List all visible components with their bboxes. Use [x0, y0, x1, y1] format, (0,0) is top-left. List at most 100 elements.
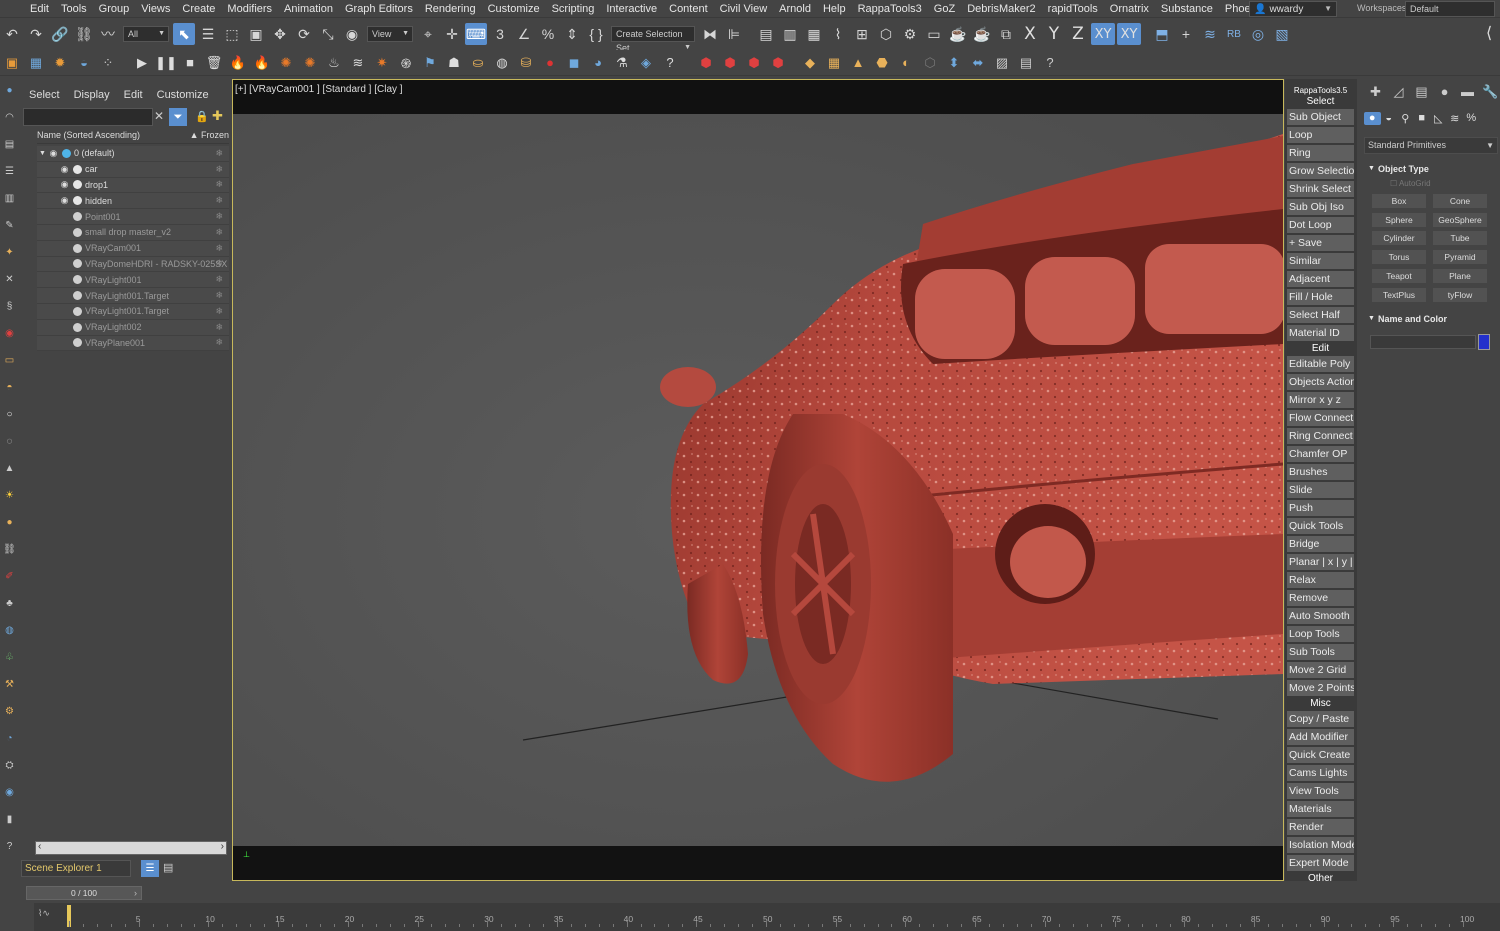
scale-icon[interactable]: ⤡ — [317, 23, 339, 45]
create-teapot-button[interactable]: Teapot — [1372, 268, 1426, 283]
chevron-left-icon[interactable]: ‹ — [38, 841, 41, 852]
gold-grid-icon[interactable]: ▦ — [823, 52, 845, 74]
rappatools-button-select-half[interactable]: Select Half — [1287, 307, 1354, 323]
visibility-eye-icon[interactable]: ◉ — [48, 148, 59, 159]
rappatools-button-push[interactable]: Push — [1287, 500, 1354, 516]
blue-tool-icon-1[interactable]: ⬍ — [943, 52, 965, 74]
geometry-icon[interactable]: ● — [1364, 112, 1381, 125]
scene-explorer-menu-edit[interactable]: Edit — [124, 89, 143, 101]
rappatools-button-similar[interactable]: Similar — [1287, 253, 1354, 269]
material-editor-icon[interactable]: ⬡ — [875, 23, 897, 45]
book-icon[interactable]: ▮ — [2, 811, 18, 827]
plugin-dots-icon[interactable]: ⁘ — [97, 52, 119, 74]
selection-filter-dropdown[interactable]: All ▼ — [123, 26, 169, 42]
menu-customize[interactable]: Customize — [482, 0, 546, 18]
vray-fur-icon[interactable]: ◕ — [587, 52, 609, 74]
image-icon[interactable]: ▨ — [991, 52, 1013, 74]
rendered-frame-window-icon[interactable]: ▭ — [923, 23, 945, 45]
rappatools-button-cams-lights[interactable]: Cams Lights — [1287, 765, 1354, 781]
scene-explorer-name-field[interactable]: Scene Explorer 1 — [21, 860, 131, 877]
hierarchy-toggle-icon[interactable]: ▤ — [163, 861, 173, 874]
constraint-z-button[interactable]: Z — [1067, 23, 1089, 45]
rappatools-button-materials[interactable]: Materials — [1287, 801, 1354, 817]
rappatools-button-material-id[interactable]: Material ID — [1287, 325, 1354, 341]
rappatools-button-dot-loop[interactable]: Dot Loop — [1287, 217, 1354, 233]
rappatools-button-render[interactable]: Render — [1287, 819, 1354, 835]
autogrid-checkbox[interactable]: ☐ AutoGrid — [1390, 179, 1431, 188]
rappatools-button-chamfer-op[interactable]: Chamfer OP — [1287, 446, 1354, 462]
toggle-scene-explorer-icon[interactable]: ▤ — [755, 23, 777, 45]
scene-object-row[interactable]: VRayPlane001 ❄ — [37, 335, 229, 352]
menu-animation[interactable]: Animation — [278, 0, 339, 18]
visibility-eye-icon[interactable]: ◉ — [59, 179, 70, 190]
curve-editor-icon[interactable]: ⌇ — [827, 23, 849, 45]
menu-civil-view[interactable]: Civil View — [714, 0, 773, 18]
systems-icon[interactable]: % — [1463, 112, 1480, 125]
vray-sphere-icon[interactable]: ● — [539, 52, 561, 74]
gold-bulb-icon[interactable]: ◐ — [895, 52, 917, 74]
vray-sun-icon[interactable]: ◍ — [491, 52, 513, 74]
shape-icon[interactable]: ◠ — [2, 109, 18, 125]
add-icon[interactable]: + — [1175, 23, 1197, 45]
rappatools-button-relax[interactable]: Relax — [1287, 572, 1354, 588]
chevron-right-icon[interactable]: › — [221, 841, 224, 852]
rappatools-button-copy-paste[interactable]: Copy / Paste — [1287, 711, 1354, 727]
list-icon[interactable]: ☰ — [2, 163, 18, 179]
scene-object-row[interactable]: VRayLight001 ❄ — [37, 272, 229, 289]
toggle-ribbon-icon[interactable]: ▦ — [803, 23, 825, 45]
create-geosphere-button[interactable]: GeoSphere — [1433, 212, 1487, 227]
freeze-icon[interactable]: ❄ — [215, 290, 223, 301]
percent-snap-icon[interactable]: % — [537, 23, 559, 45]
plugin-grid-icon[interactable]: ▦ — [25, 52, 47, 74]
help-icon[interactable]: ? — [659, 52, 681, 74]
select-manipulate-icon[interactable]: ✛ — [441, 23, 463, 45]
bind-space-warp-icon[interactable]: 〰 — [97, 23, 119, 45]
search-icon[interactable]: ◔ — [2, 730, 18, 746]
menu-rendering[interactable]: Rendering — [419, 0, 482, 18]
yellow-sphere-icon[interactable]: ● — [2, 514, 18, 530]
rappatools-button-brushes[interactable]: Brushes — [1287, 464, 1354, 480]
record-icon[interactable]: ◉ — [2, 325, 18, 341]
render-activeshade-icon[interactable]: ⧉ — [995, 23, 1017, 45]
motion-tab-icon[interactable]: ● — [1433, 84, 1456, 100]
select-object-icon[interactable]: ⬉ — [173, 23, 195, 45]
plugin-box-icon[interactable]: ▣ — [1, 52, 23, 74]
rotate-icon[interactable]: ⟳ — [293, 23, 315, 45]
time-slider[interactable]: 0 / 100 — [26, 886, 142, 900]
menu-create[interactable]: Create — [176, 0, 221, 18]
undo-icon[interactable]: ↶ — [1, 23, 23, 45]
rappatools-button-ring[interactable]: Ring — [1287, 145, 1354, 161]
freeze-icon[interactable]: ❄ — [215, 243, 223, 254]
rappatools-button-slide[interactable]: Slide — [1287, 482, 1354, 498]
create-tab-icon[interactable]: ✚ — [1364, 84, 1387, 100]
rappatools-button-loop[interactable]: Loop — [1287, 127, 1354, 143]
sphere-icon[interactable]: ○ — [2, 406, 18, 422]
panel-toggle-icon[interactable]: ⟨ — [1486, 23, 1492, 43]
rb-plugin-icon[interactable]: RB — [1223, 23, 1245, 45]
menu-debrismaker2[interactable]: DebrisMaker2 — [961, 0, 1041, 18]
create-tube-button[interactable]: Tube — [1433, 231, 1487, 246]
scene-object-row[interactable]: VRayLight002 ❄ — [37, 319, 229, 336]
scene-object-row[interactable]: VRayLight001.Target ❄ — [37, 303, 229, 320]
workspace-select[interactable]: Default — [1405, 1, 1495, 17]
help-icon-2[interactable]: ? — [1039, 52, 1061, 74]
menu-edit[interactable]: Edit — [0, 0, 55, 18]
rappatools-button-expert-mode[interactable]: Expert Mode — [1287, 855, 1354, 871]
constraint-xy-button[interactable]: XY — [1091, 23, 1115, 45]
layers-icon[interactable]: ▥ — [2, 190, 18, 206]
plugin-circle-icon[interactable]: ◎ — [1247, 23, 1269, 45]
create-box-button[interactable]: Box — [1372, 194, 1426, 208]
menu-scripting[interactable]: Scripting — [546, 0, 601, 18]
create-cone-button[interactable]: Cone — [1433, 194, 1487, 208]
scene-object-row[interactable]: VRayCam001 ❄ — [37, 240, 229, 257]
scene-object-row[interactable]: Point001 ❄ — [37, 209, 229, 225]
create-sphere-button[interactable]: Sphere — [1372, 212, 1426, 227]
phoenix-wind-icon[interactable]: ≋ — [347, 52, 369, 74]
vray-clipper-icon[interactable]: ◈ — [635, 52, 657, 74]
create-icon[interactable]: ● — [2, 82, 18, 98]
rappatools-button--save[interactable]: + Save — [1287, 235, 1354, 251]
sun-icon[interactable]: ☀ — [2, 487, 18, 503]
menu-rapidtools[interactable]: rapidTools — [1042, 0, 1104, 18]
rappatools-button-move-2-grid[interactable]: Move 2 Grid — [1287, 662, 1354, 678]
create-textplus-button[interactable]: TextPlus — [1372, 287, 1426, 302]
